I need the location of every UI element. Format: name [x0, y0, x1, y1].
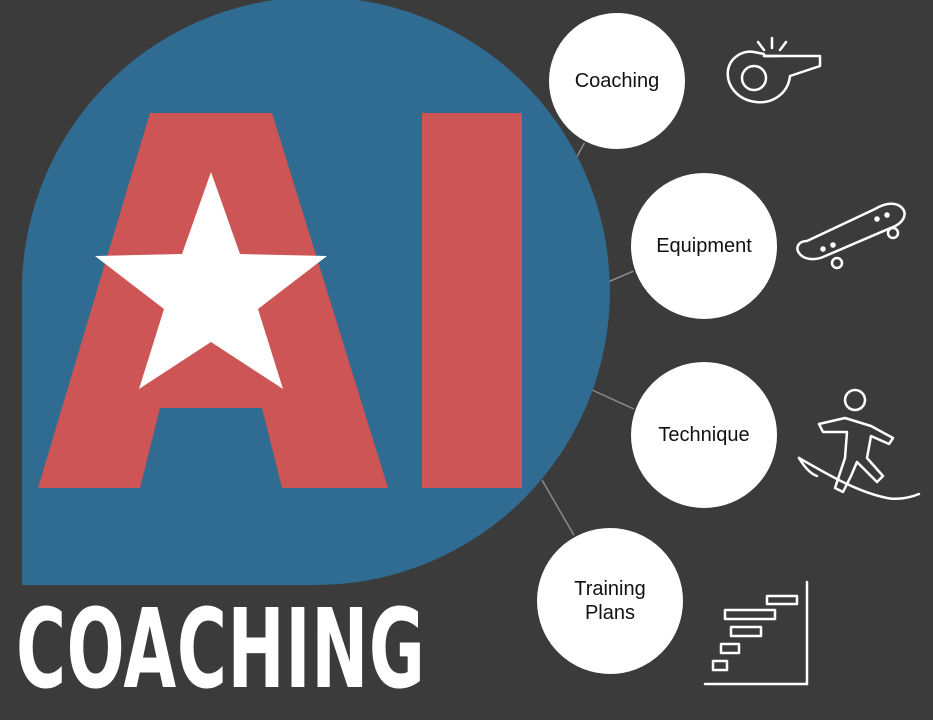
node-training-plans-label: Training Plans	[574, 578, 646, 624]
whistle-icon	[720, 36, 825, 106]
node-equipment-label: Equipment	[656, 235, 752, 257]
node-technique-label: Technique	[658, 424, 750, 446]
node-equipment[interactable]: Equipment	[629, 171, 779, 321]
node-coaching-label: Coaching	[574, 70, 660, 92]
skateboard-icon	[793, 197, 908, 272]
diagram-canvas: COACHING Coaching Equipment Technique Tr…	[0, 0, 933, 720]
letter-i	[422, 113, 522, 488]
connector-line-technique	[591, 389, 637, 411]
surfer-icon	[797, 388, 922, 508]
connector-line-equipment	[607, 269, 637, 283]
connector-line-training-plans	[541, 479, 576, 538]
node-technique[interactable]: Technique	[629, 360, 779, 510]
node-coaching[interactable]: Coaching	[547, 11, 687, 151]
coaching-wordmark: COACHING	[16, 585, 426, 713]
node-training-plans[interactable]: Training Plans	[535, 526, 685, 676]
stairs-chart-icon	[703, 580, 811, 688]
